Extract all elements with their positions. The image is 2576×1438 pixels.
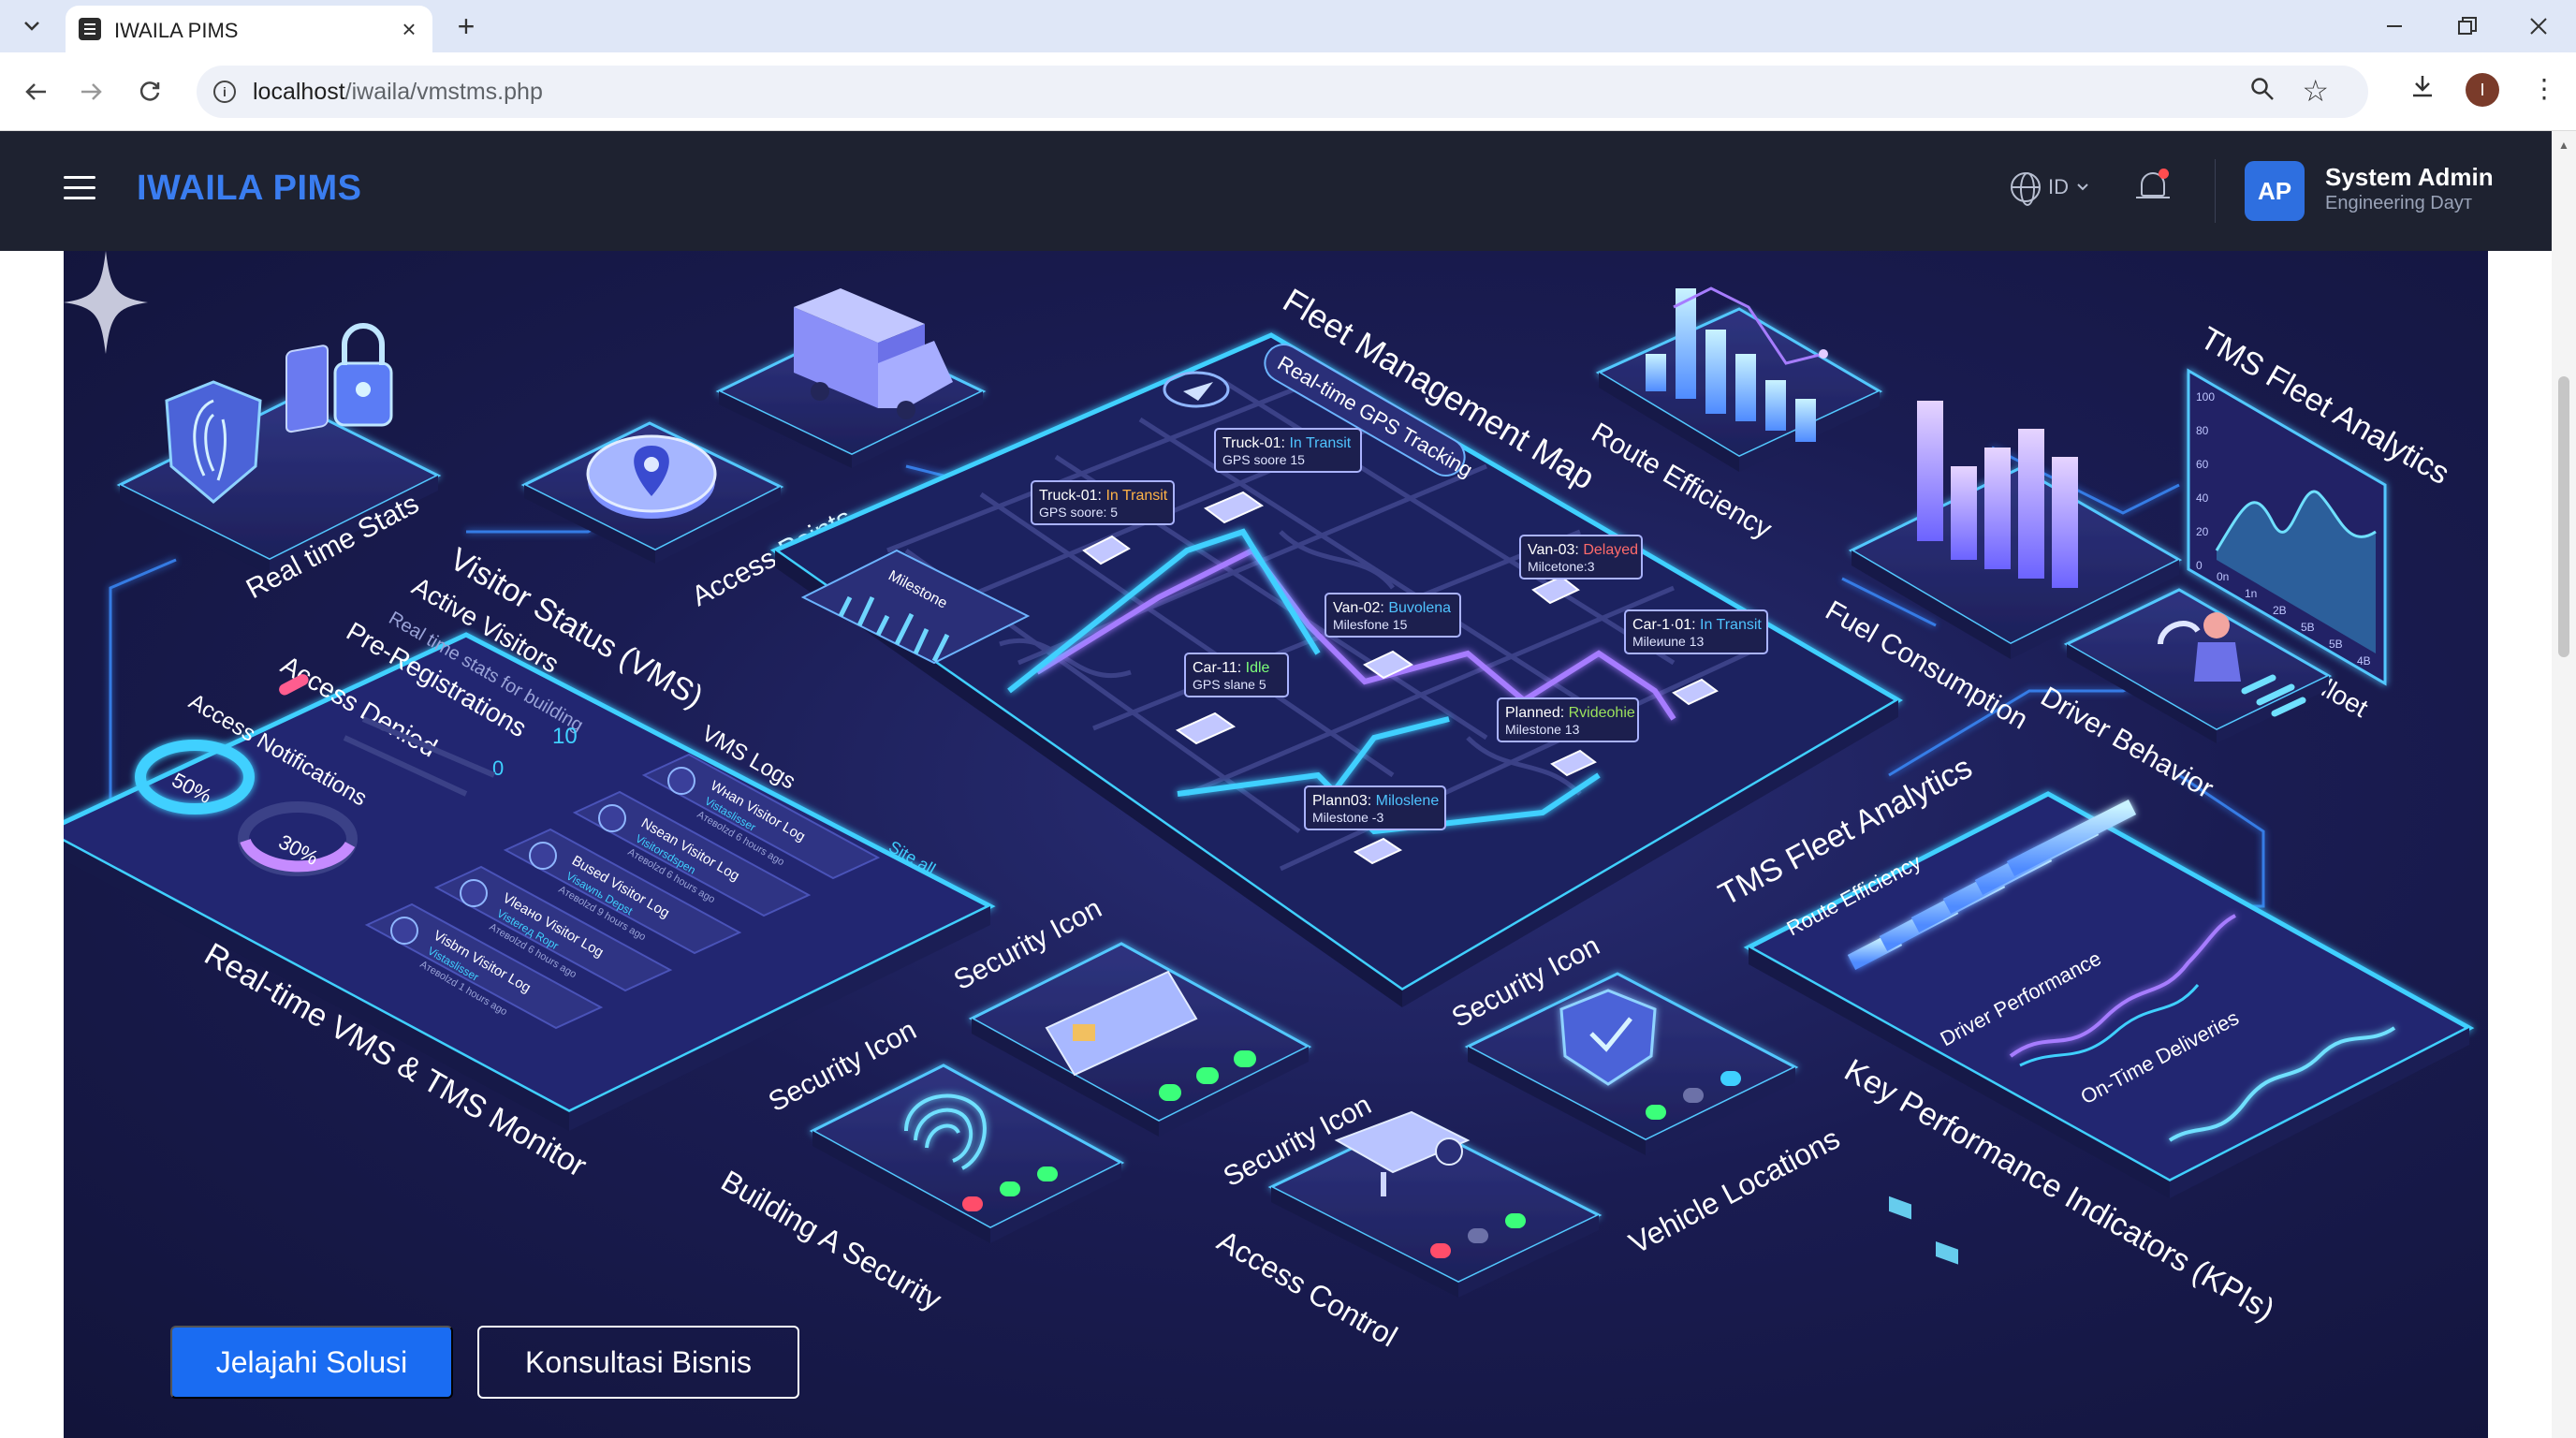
route-efficiency-plate: Route Efficiency [1587,286,1883,545]
browser-tab-active[interactable]: IWAILA PIMS × [66,6,432,52]
svg-text:Van-02: Buvolena: Van-02: Buvolena [1333,600,1451,616]
svg-text:Mileиune 13: Mileиune 13 [1632,634,1705,649]
vehicle-tooltip: Plann03: Miloslene Milestone -3 [1304,785,1446,830]
browser-toolbar: i localhost/iwaila/vmstms.php ☆ I ⋮ [0,52,2576,131]
restore-window-icon[interactable] [2430,0,2505,52]
business-consultation-button[interactable]: Konsultasi Bisnis [477,1326,799,1399]
svg-text:20: 20 [2196,525,2209,538]
notification-bell-icon[interactable] [2136,169,2170,206]
svg-text:60: 60 [2196,458,2209,471]
svg-text:Milcetone:3: Milcetone:3 [1528,559,1595,574]
svg-text:1n: 1n [2245,587,2257,600]
user-name[interactable]: System Admin [2325,163,2494,192]
vehicle-tooltip: Van-02: Buvolena Milesfone 15 [1325,593,1461,638]
svg-text:Milestone 13: Milestone 13 [1505,722,1580,737]
svg-text:GPS soore: 5: GPS soore: 5 [1039,505,1118,520]
bookmark-star-icon[interactable]: ☆ [2302,73,2329,109]
globe-icon [2011,172,2041,206]
user-role: Engineering Dayт [2325,193,2473,213]
svg-text:2B: 2B [2273,604,2287,617]
url-text: localhost/iwaila/vmstms.php [253,79,543,105]
brand-logo[interactable]: IWAILA PIMS [137,169,362,209]
svg-text:40: 40 [2196,492,2209,505]
svg-text:Plann03: Miloslene: Plann03: Miloslene [1312,793,1439,809]
chevron-down-icon [24,22,39,31]
browser-tabbar: IWAILA PIMS × + [0,0,2576,52]
hero-illustration: Real time Stats Access Points Real-time … [64,251,2488,1438]
explore-solutions-button[interactable]: Jelajahi Solusi [170,1326,453,1399]
vehicle-tooltip: Car-1·01: In Transit Mileиune 13 [1624,609,1768,654]
minimize-window-icon[interactable] [2357,0,2432,52]
svg-text:Car-1·01: In Transit: Car-1·01: In Transit [1632,617,1762,633]
close-tab-icon[interactable]: × [395,15,423,43]
forward-arrow-icon[interactable] [71,71,112,112]
svg-text:Milestone -3: Milestone -3 [1312,810,1383,825]
svg-text:Planned: Rvideohie: Planned: Rvideohie [1505,705,1635,721]
back-arrow-icon[interactable] [15,71,56,112]
vehicle-tooltip: Truck-01: In Transit GPS soore: 5 [1031,480,1175,525]
security-camera-plate: Security Icon Access Control [1212,1090,1603,1354]
svg-text:Milesfone 15: Milesfone 15 [1333,617,1408,632]
tab-title: IWAILA PIMS [114,19,239,42]
new-tab-button[interactable]: + [447,7,485,45]
chevron-down-icon [2077,183,2088,191]
tab-search-button[interactable] [13,9,51,43]
svg-text:5B: 5B [2301,621,2315,634]
vms-panel: Visitor Status (VMS) Active Visitors Rea… [64,541,996,1184]
truck-plate [715,288,987,468]
svg-text:Car-11: Idle: Car-11: Idle [1193,660,1270,676]
vehicle-tooltip: Car-11: Idle GPS slane 5 [1184,653,1289,697]
app-header: IWAILA PIMS ID AP System Admin Engineeri… [0,131,2552,251]
svg-text:0n: 0n [2217,570,2229,583]
page-viewport: IWAILA PIMS ID AP System Admin Engineeri… [0,131,2552,1438]
svg-text:GPS soore 15: GPS soore 15 [1222,452,1305,467]
stat-value-0: 0 [492,756,504,780]
close-window-icon[interactable] [2501,0,2576,52]
stat-value-10: 10 [552,724,578,749]
reload-icon[interactable] [129,71,170,112]
svg-text:5B: 5B [2329,638,2343,651]
svg-text:100: 100 [2196,390,2215,404]
svg-text:4B: 4B [2357,654,2371,668]
svg-text:GPS slane 5: GPS slane 5 [1193,677,1266,692]
notification-dot [2159,169,2169,179]
header-divider [2215,159,2216,223]
language-code: ID [2048,175,2069,198]
page-favicon-icon [79,18,101,40]
svg-text:Truck-01: In Transit: Truck-01: In Transit [1039,488,1168,504]
vehicle-tooltip: Truck-01: In Transit GPS soore 15 [1214,428,1362,473]
vehicle-tooltip: Van-03: Delayed Milcetone:3 [1519,535,1643,580]
language-selector[interactable]: ID [2011,172,2089,206]
download-icon[interactable] [2409,73,2436,107]
user-avatar[interactable]: AP [2245,161,2305,221]
zoom-icon[interactable] [2250,77,2275,108]
scroll-up-arrow-icon[interactable]: ▲ [2558,139,2569,152]
svg-text:Truck-01: In Transit: Truck-01: In Transit [1222,435,1352,451]
more-menu-icon[interactable]: ⋮ [2531,73,2557,104]
svg-text:80: 80 [2196,424,2209,437]
page-scrollbar[interactable]: ▲ [2552,131,2576,1438]
scrollbar-thumb[interactable] [2558,376,2569,657]
svg-text:0: 0 [2196,559,2203,572]
vehicle-tooltip: Planned: Rvideohie Milestone 13 [1497,697,1639,742]
kpi-panel: TMS Fleet Analytics Route Efficiency Dri… [1713,749,2475,1328]
hamburger-menu-icon[interactable] [64,174,101,204]
isometric-dashboard-illustration: Real time Stats Access Points Real-time … [64,281,2475,1354]
address-bar[interactable]: i localhost/iwaila/vmstms.php ☆ [197,66,2368,118]
svg-text:Van-03: Delayed: Van-03: Delayed [1528,542,1638,558]
profile-avatar[interactable]: I [2466,73,2499,107]
sparkle-icon [64,251,148,354]
site-info-icon[interactable]: i [213,81,236,103]
